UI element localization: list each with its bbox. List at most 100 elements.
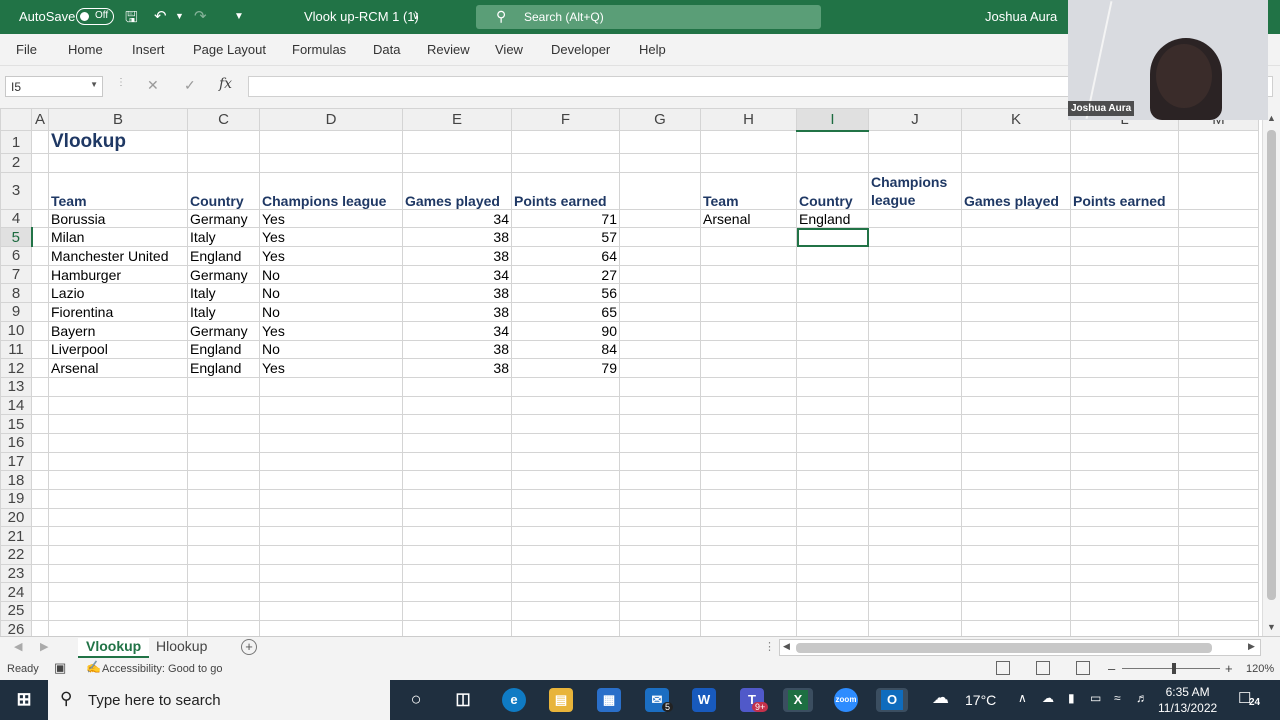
cell-m20[interactable] <box>1178 507 1259 528</box>
page-layout-view-icon[interactable] <box>1036 661 1050 675</box>
cell-c12[interactable]: England <box>187 358 260 378</box>
cell-i16[interactable] <box>796 432 869 453</box>
taskbar-search[interactable]: ⚲ Type here to search <box>48 680 390 720</box>
row-header-22[interactable]: 22 <box>0 545 32 565</box>
tab-insert[interactable]: Insert <box>132 42 165 57</box>
cell-d15[interactable] <box>259 414 403 434</box>
cell-i21[interactable] <box>796 526 869 547</box>
cell-k25[interactable] <box>961 601 1071 621</box>
windows-start-icon[interactable]: ⊞ <box>12 688 36 712</box>
cell-l11[interactable] <box>1070 339 1179 360</box>
cell-k20[interactable] <box>961 507 1071 528</box>
cell-a9[interactable] <box>31 302 49 322</box>
enter-icon[interactable]: ✓ <box>184 77 196 94</box>
cell-i2[interactable] <box>796 153 869 173</box>
cell-d23[interactable] <box>259 563 403 584</box>
cell-c7[interactable]: Germany <box>187 264 260 285</box>
cell-m10[interactable] <box>1178 320 1259 341</box>
cell-l13[interactable] <box>1070 376 1179 397</box>
cell-e13[interactable] <box>402 376 512 397</box>
cell-m4[interactable] <box>1178 208 1259 229</box>
cell-g11[interactable] <box>619 339 701 360</box>
tab-view[interactable]: View <box>495 42 523 57</box>
cell-a16[interactable] <box>31 432 49 453</box>
cell-m22[interactable] <box>1178 545 1259 565</box>
scroll-down-icon[interactable]: ▼ <box>1267 622 1276 632</box>
column-header-a[interactable]: A <box>31 108 49 131</box>
cell-b16[interactable] <box>48 432 188 453</box>
cell-g24[interactable] <box>619 582 701 603</box>
cell-c8[interactable]: Italy <box>187 283 260 304</box>
row-header-12[interactable]: 12 <box>0 358 32 378</box>
cell-j22[interactable] <box>868 545 962 565</box>
cell-i10[interactable] <box>796 320 869 341</box>
name-box[interactable]: I5 ▼ <box>5 76 103 97</box>
cell-k9[interactable] <box>961 302 1071 322</box>
cell-j3[interactable]: Champions league <box>868 171 962 210</box>
column-header-g[interactable]: G <box>619 108 701 131</box>
cell-m24[interactable] <box>1178 582 1259 603</box>
cell-j15[interactable] <box>868 414 962 434</box>
cell-g19[interactable] <box>619 489 701 509</box>
cell-h8[interactable] <box>700 283 797 304</box>
prev-sheet-icon[interactable]: ◀ <box>14 640 22 653</box>
cell-k14[interactable] <box>961 395 1071 416</box>
cell-l4[interactable] <box>1070 208 1179 229</box>
cell-h4[interactable]: Arsenal <box>700 208 797 229</box>
cell-g20[interactable] <box>619 507 701 528</box>
cell-e15[interactable] <box>402 414 512 434</box>
cell-g21[interactable] <box>619 526 701 547</box>
accessibility-icon[interactable]: ✍ <box>86 660 101 674</box>
cell-m25[interactable] <box>1178 601 1259 621</box>
cell-b7[interactable]: Hamburger <box>48 264 188 285</box>
cell-m14[interactable] <box>1178 395 1259 416</box>
cell-k23[interactable] <box>961 563 1071 584</box>
cell-f16[interactable] <box>511 432 620 453</box>
cell-d21[interactable] <box>259 526 403 547</box>
cell-a8[interactable] <box>31 283 49 304</box>
cell-j25[interactable] <box>868 601 962 621</box>
cell-g7[interactable] <box>619 264 701 285</box>
cell-g2[interactable] <box>619 153 701 173</box>
cell-k7[interactable] <box>961 264 1071 285</box>
cell-g25[interactable] <box>619 601 701 621</box>
cell-d3[interactable]: Champions league <box>259 171 403 210</box>
cell-l23[interactable] <box>1070 563 1179 584</box>
cell-d12[interactable]: Yes <box>259 358 403 378</box>
cell-h3[interactable]: Team <box>700 171 797 210</box>
row-header-1[interactable]: 1 <box>0 130 32 154</box>
cell-l22[interactable] <box>1070 545 1179 565</box>
row-header-13[interactable]: 13 <box>0 376 32 397</box>
scroll-thumb[interactable] <box>796 643 1212 653</box>
cell-b26[interactable] <box>48 619 188 636</box>
row-header-2[interactable]: 2 <box>0 153 32 173</box>
cell-g13[interactable] <box>619 376 701 397</box>
cell-m26[interactable] <box>1178 619 1259 636</box>
cell-h16[interactable] <box>700 432 797 453</box>
cell-h5[interactable] <box>700 227 797 248</box>
undo-icon[interactable]: ↶ <box>154 7 167 25</box>
zoom-icon[interactable]: zoom <box>834 688 858 712</box>
cell-b4[interactable]: Borussia <box>48 208 188 229</box>
cell-m6[interactable] <box>1178 246 1259 266</box>
cell-g8[interactable] <box>619 283 701 304</box>
row-header-19[interactable]: 19 <box>0 489 32 509</box>
cell-h14[interactable] <box>700 395 797 416</box>
cell-b12[interactable]: Arsenal <box>48 358 188 378</box>
column-header-i[interactable]: I <box>796 108 869 132</box>
cell-j24[interactable] <box>868 582 962 603</box>
normal-view-icon[interactable] <box>996 661 1010 675</box>
clock[interactable]: 6:35 AM 11/13/2022 <box>1158 684 1217 716</box>
tab-home[interactable]: Home <box>68 42 103 57</box>
column-header-b[interactable]: B <box>48 108 188 131</box>
cell-i12[interactable] <box>796 358 869 378</box>
cell-b13[interactable] <box>48 376 188 397</box>
cell-l5[interactable] <box>1070 227 1179 248</box>
cell-d6[interactable]: Yes <box>259 246 403 266</box>
cell-h23[interactable] <box>700 563 797 584</box>
cell-h2[interactable] <box>700 153 797 173</box>
redo-icon[interactable]: ↷ <box>194 7 207 25</box>
cell-g22[interactable] <box>619 545 701 565</box>
cell-j2[interactable] <box>868 153 962 173</box>
cell-l24[interactable] <box>1070 582 1179 603</box>
